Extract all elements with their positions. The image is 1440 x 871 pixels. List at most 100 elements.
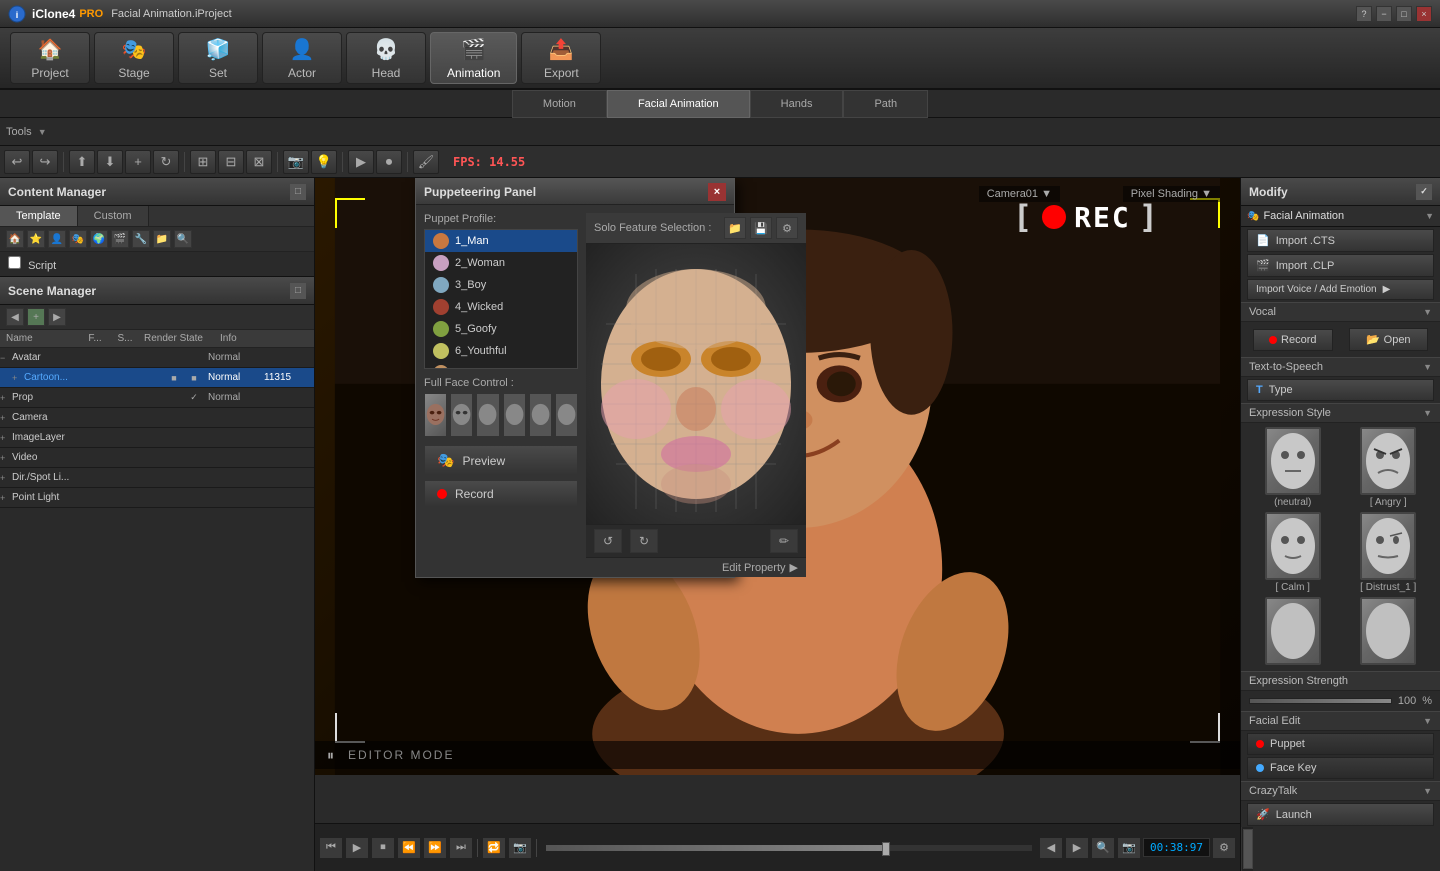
cm-icon-4[interactable]: 🎭	[69, 230, 87, 248]
profile-item-7attractive[interactable]: 7_Attractive	[425, 362, 577, 369]
nav-animation[interactable]: 🎬 Animation	[430, 32, 517, 84]
scrollbar-thumb[interactable]	[1243, 829, 1253, 869]
crazytalk-header[interactable]: CrazyTalk ▼	[1241, 781, 1440, 801]
tts-section-header[interactable]: Text-to-Speech ▼	[1241, 357, 1440, 377]
content-manager-close[interactable]: □	[290, 184, 306, 200]
timeline-progress-thumb[interactable]	[882, 842, 890, 856]
crazytalk-launch-button[interactable]: 🚀 Launch	[1247, 803, 1434, 826]
expr-item-5[interactable]	[1247, 597, 1339, 667]
expr-item-distrust[interactable]: [ Distrust_1 ]	[1343, 512, 1435, 593]
face-thumb-5[interactable]	[529, 393, 552, 437]
table-row[interactable]: + Dir./Spot Li...	[0, 468, 314, 488]
vocal-section-header[interactable]: Vocal ▼	[1241, 302, 1440, 322]
expand-icon[interactable]: +	[0, 433, 12, 443]
tts-type-button[interactable]: T Type	[1247, 379, 1434, 401]
tb-redo[interactable]: ↪	[32, 150, 58, 174]
tl-prev-frame[interactable]: ⏪	[397, 837, 421, 859]
expand-icon[interactable]: +	[0, 453, 12, 463]
profile-item-2woman[interactable]: 2_Woman	[425, 252, 577, 274]
face-thumb-6[interactable]	[555, 393, 578, 437]
cm-icon-2[interactable]: ⭐	[27, 230, 45, 248]
help-button[interactable]: ?	[1356, 6, 1372, 22]
face-thumb-1[interactable]	[424, 393, 447, 437]
face-key-button[interactable]: Face Key	[1247, 757, 1434, 779]
solo-folder-icon[interactable]: 📁	[724, 217, 746, 239]
expr-item-neutral[interactable]: (neutral)	[1247, 427, 1339, 508]
script-checkbox[interactable]	[8, 256, 21, 269]
cm-icon-8[interactable]: 📁	[153, 230, 171, 248]
tb-snap[interactable]: ⊞	[190, 150, 216, 174]
tl-scroll-left[interactable]: ◀	[1039, 837, 1063, 859]
expand-icon[interactable]: +	[12, 373, 24, 383]
tb-rotate[interactable]: ↻	[153, 150, 179, 174]
tab-custom[interactable]: Custom	[78, 206, 149, 226]
tb-group[interactable]: ⊠	[246, 150, 272, 174]
timeline-progress[interactable]	[545, 844, 1033, 852]
sec-motion[interactable]: Motion	[512, 90, 607, 118]
tl-screenshot[interactable]: 📷	[1117, 837, 1141, 859]
cm-icon-6[interactable]: 🎬	[111, 230, 129, 248]
expr-item-6[interactable]	[1343, 597, 1435, 667]
tl-settings[interactable]: ⚙	[1212, 837, 1236, 859]
expr-strength-header[interactable]: Expression Strength	[1241, 671, 1440, 691]
table-row[interactable]: + Cartoon... ■ ■ Normal 11315	[0, 368, 314, 388]
sm-next[interactable]: ▶	[48, 308, 66, 326]
cm-icon-5[interactable]: 🌍	[90, 230, 108, 248]
solo-edit[interactable]: ✏	[770, 529, 798, 553]
solo-settings-icon[interactable]: ⚙	[776, 217, 798, 239]
expr-strength-slider[interactable]	[1249, 698, 1392, 704]
tab-template[interactable]: Template	[0, 206, 78, 226]
puppet-close-button[interactable]: ×	[708, 183, 726, 201]
sm-add[interactable]: +	[27, 308, 45, 326]
solo-rotate-left[interactable]: ↺	[594, 529, 622, 553]
tl-next-frame[interactable]: ⏩	[423, 837, 447, 859]
profile-item-6youthful[interactable]: 6_Youthful	[425, 340, 577, 362]
table-row[interactable]: + Camera	[0, 408, 314, 428]
tl-loop[interactable]: 🔁	[482, 837, 506, 859]
close-button[interactable]: ×	[1416, 6, 1432, 22]
tl-scroll-right[interactable]: ▶	[1065, 837, 1089, 859]
facial-anim-dropdown[interactable]: 🎭 Facial Animation ▼	[1241, 206, 1440, 227]
tb-camera[interactable]: 📷	[283, 150, 309, 174]
cm-icon-7[interactable]: 🔧	[132, 230, 150, 248]
tl-play[interactable]: ▶	[345, 837, 369, 859]
camera-label[interactable]: Camera01 ▼	[979, 186, 1060, 202]
tb-light[interactable]: 💡	[311, 150, 337, 174]
import-clp-button[interactable]: 🎬 Import .CLP	[1247, 254, 1434, 277]
face-thumb-3[interactable]	[476, 393, 499, 437]
tb-brush[interactable]: 🖌	[413, 150, 439, 174]
cm-icon-1[interactable]: 🏠	[6, 230, 24, 248]
tl-zoom[interactable]: 🔍	[1091, 837, 1115, 859]
right-panel-checkbox[interactable]: ✓	[1416, 184, 1432, 200]
tb-up[interactable]: ⬆	[69, 150, 95, 174]
viewport-container[interactable]: [ REC ] Camera01 ▼ Pixel Shading ▼	[315, 178, 1240, 823]
profile-item-4wicked[interactable]: 4_Wicked	[425, 296, 577, 318]
profile-item-5goofy[interactable]: 5_Goofy	[425, 318, 577, 340]
nav-actor[interactable]: 👤 Actor	[262, 32, 342, 84]
right-panel-scrollbar[interactable]	[1241, 827, 1253, 871]
tb-align[interactable]: ⊟	[218, 150, 244, 174]
pause-button[interactable]: ⏸	[327, 747, 336, 764]
face-thumb-2[interactable]	[450, 393, 473, 437]
expand-icon[interactable]: −	[0, 353, 12, 363]
expand-icon[interactable]: +	[0, 393, 12, 403]
nav-set[interactable]: 🧊 Set	[178, 32, 258, 84]
expr-style-section-header[interactable]: Expression Style ▼	[1241, 403, 1440, 423]
expand-icon[interactable]: +	[0, 493, 12, 503]
sec-hands[interactable]: Hands	[750, 90, 844, 118]
expand-icon[interactable]: +	[0, 473, 12, 483]
vocal-record-button[interactable]: Record	[1253, 329, 1333, 351]
maximize-button[interactable]: □	[1396, 6, 1412, 22]
expand-icon[interactable]: +	[0, 413, 12, 423]
solo-save-icon[interactable]: 💾	[750, 217, 772, 239]
minimize-button[interactable]: −	[1376, 6, 1392, 22]
nav-project[interactable]: 🏠 Project	[10, 32, 90, 84]
tl-to-end[interactable]: ⏭	[449, 837, 473, 859]
sec-path[interactable]: Path	[843, 90, 928, 118]
solo-rotate-right[interactable]: ↻	[630, 529, 658, 553]
tb-play[interactable]: ▶	[348, 150, 374, 174]
table-row[interactable]: + Prop ✓ Normal	[0, 388, 314, 408]
profile-item-1man[interactable]: 1_Man	[425, 230, 577, 252]
table-row[interactable]: + Video	[0, 448, 314, 468]
shading-label[interactable]: Pixel Shading ▼	[1123, 186, 1220, 202]
